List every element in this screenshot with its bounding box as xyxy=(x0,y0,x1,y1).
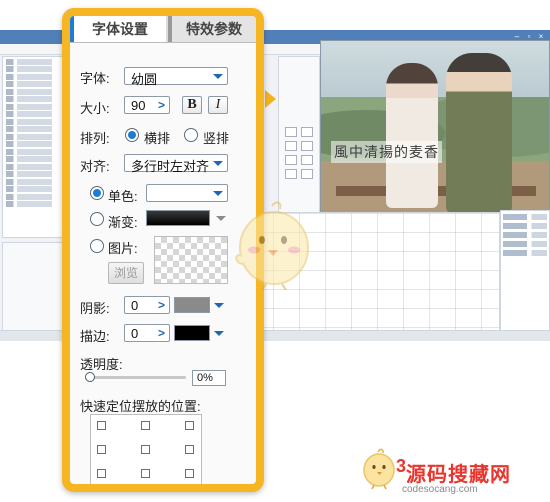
position-middle-right[interactable] xyxy=(185,445,194,454)
effects-list-panel xyxy=(500,210,550,340)
chevron-right-icon: > xyxy=(157,326,165,340)
font-select[interactable]: 幼圆 xyxy=(124,67,228,87)
align-label: 对齐: xyxy=(80,159,110,174)
watermark-url: codesocang.com xyxy=(402,484,478,495)
horizontal-label: 横排 xyxy=(144,131,171,146)
font-value: 幼圆 xyxy=(131,72,158,87)
project-tree xyxy=(2,56,64,238)
opacity-slider-handle[interactable] xyxy=(85,372,95,382)
shadow-input[interactable]: 0 > xyxy=(124,296,170,314)
chevron-down-icon[interactable] xyxy=(216,216,226,221)
watermark-chick-icon xyxy=(363,448,395,490)
align-select[interactable]: 多行时左对齐 xyxy=(124,154,228,174)
chevron-right-icon: > xyxy=(157,98,165,112)
tab-font-settings[interactable]: 字体设置 xyxy=(70,16,166,42)
align-value: 多行时左对齐 xyxy=(131,159,210,174)
media-list xyxy=(2,242,64,340)
arrange-label: 排列: xyxy=(80,131,110,146)
shadow-value: 0 xyxy=(131,298,139,313)
solid-color-label: 单色: xyxy=(108,189,138,204)
position-top-right[interactable] xyxy=(185,421,194,430)
stroke-label: 描边: xyxy=(80,329,110,344)
image-label: 图片: xyxy=(108,241,138,256)
position-top-center[interactable] xyxy=(141,421,150,430)
position-bottom-right[interactable] xyxy=(185,469,194,478)
chevron-down-icon xyxy=(213,161,223,166)
chevron-down-icon[interactable] xyxy=(214,303,224,308)
size-input[interactable]: 90 > xyxy=(124,96,170,114)
radio-solid-color[interactable] xyxy=(90,186,104,200)
settings-panel: 字体设置 特效参数 字体: 幼圆 大小: 90 > B I 排列: 横排 竖排 … xyxy=(70,16,256,484)
radio-gradient[interactable] xyxy=(90,212,104,226)
preview-person-left xyxy=(386,63,438,208)
bold-button[interactable]: B xyxy=(182,96,202,114)
gradient-label: 渐变: xyxy=(108,215,138,230)
position-bottom-center[interactable] xyxy=(141,469,150,478)
italic-button[interactable]: I xyxy=(208,96,228,114)
video-preview: 風中清揚的麦香 ▪▪▪▪▪▪▪▪▪▪ xyxy=(320,40,550,227)
position-grid xyxy=(90,414,202,484)
gradient-swatch[interactable] xyxy=(146,210,210,226)
quick-position-label: 快速定位摆放的位置: xyxy=(80,399,201,414)
radio-horizontal[interactable] xyxy=(125,128,139,142)
position-middle-left[interactable] xyxy=(97,445,106,454)
callout-arrow xyxy=(265,90,276,108)
chevron-down-icon[interactable] xyxy=(214,331,224,336)
browse-button[interactable]: 浏览 xyxy=(108,262,144,284)
opacity-label: 透明度: xyxy=(80,357,123,372)
watermark-number: 3 xyxy=(396,456,407,476)
solid-color-select[interactable] xyxy=(146,184,228,202)
mascot-chick-icon xyxy=(235,201,309,291)
opacity-slider-track[interactable] xyxy=(90,376,186,379)
preview-person-right xyxy=(446,53,512,213)
radio-vertical[interactable] xyxy=(184,128,198,142)
chevron-down-icon xyxy=(213,74,223,79)
position-top-left[interactable] xyxy=(97,421,106,430)
stroke-input[interactable]: 0 > xyxy=(124,324,170,342)
opacity-value[interactable]: 0% xyxy=(192,370,226,386)
shadow-color-swatch[interactable] xyxy=(174,297,210,313)
position-center[interactable] xyxy=(141,445,150,454)
chevron-down-icon xyxy=(213,191,223,196)
font-label: 字体: xyxy=(80,71,110,86)
position-bottom-left[interactable] xyxy=(97,469,106,478)
tab-bar: 字体设置 特效参数 xyxy=(70,16,256,43)
radio-image[interactable] xyxy=(90,239,104,253)
stroke-color-swatch[interactable] xyxy=(174,325,210,341)
tab-effect-params[interactable]: 特效参数 xyxy=(168,16,256,42)
size-label: 大小: xyxy=(80,101,110,116)
shadow-label: 阴影: xyxy=(80,301,110,316)
watermark-text: 源码搜藏网 xyxy=(406,462,511,486)
size-value: 90 xyxy=(131,98,146,113)
preview-subtitle: 風中清揚的麦香 xyxy=(331,141,442,163)
image-preview xyxy=(154,236,228,284)
vertical-label: 竖排 xyxy=(203,131,230,146)
chevron-right-icon: > xyxy=(157,298,165,312)
stroke-value: 0 xyxy=(131,326,139,341)
